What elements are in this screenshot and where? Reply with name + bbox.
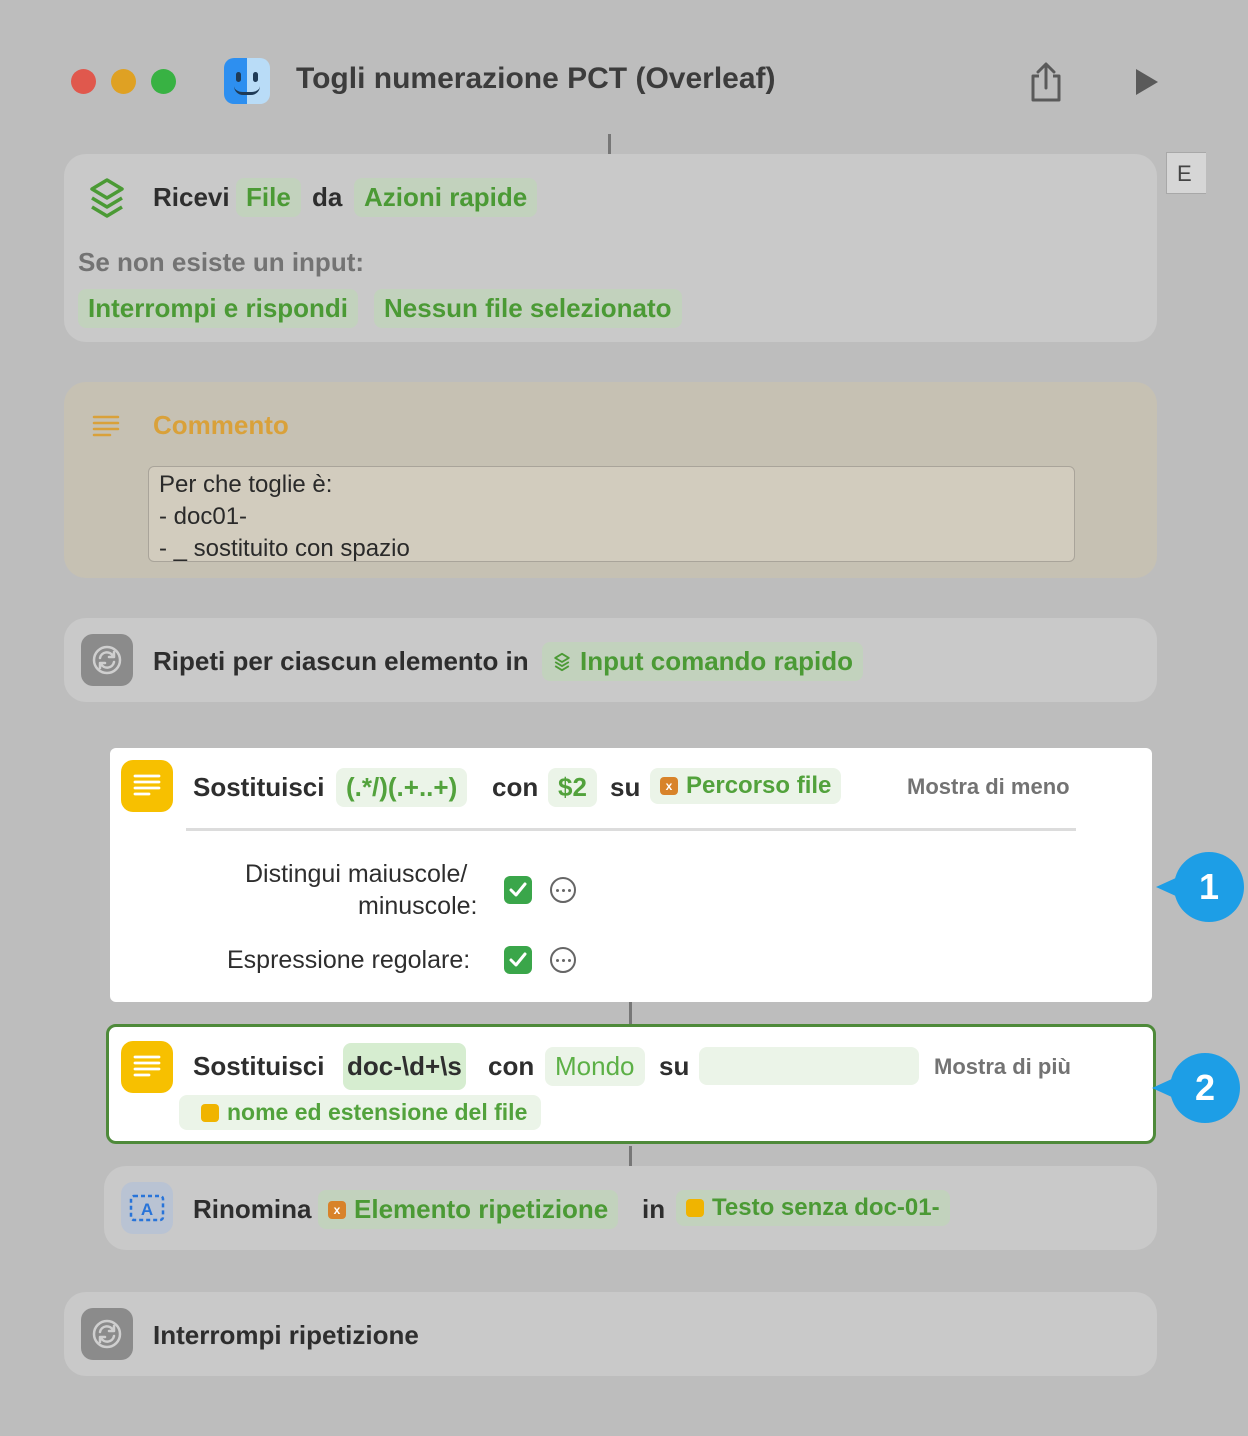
connector-line — [629, 1146, 632, 1166]
regex-checkbox[interactable] — [504, 946, 532, 974]
play-icon — [1136, 69, 1158, 95]
comment-line: Per che toglie è: — [159, 471, 333, 498]
rename-label: Rinomina — [193, 1194, 312, 1224]
repeat-card[interactable]: Ripeti per ciascun elemento in Input com… — [64, 618, 1157, 702]
comment-card[interactable]: Commento Per che toglie è: - doc01- - _ … — [64, 382, 1157, 578]
rename-value-pill[interactable]: Testo senza doc-01- — [676, 1190, 950, 1226]
repeat-icon — [92, 645, 122, 675]
checkmark-icon — [509, 952, 527, 967]
svg-text:A: A — [141, 1200, 153, 1219]
receive-from-label: da — [312, 182, 343, 212]
more-options-button[interactable] — [550, 877, 576, 903]
text-app-icon — [121, 1041, 173, 1093]
case-sensitive-checkbox[interactable] — [504, 876, 532, 904]
receive-card[interactable]: Ricevi File da Azioni rapide Se non esis… — [64, 154, 1157, 342]
replace2-label: Sostituisci — [193, 1051, 325, 1081]
finder-icon — [224, 58, 270, 104]
rename-icon: A — [129, 1194, 165, 1222]
replace2-pattern-pill[interactable]: doc-\d+\s — [343, 1043, 466, 1090]
no-input-label: Se non esiste un input: — [78, 247, 365, 277]
callout-badge-1: 1 — [1156, 852, 1244, 922]
comment-icon — [92, 414, 120, 443]
share-icon — [1031, 62, 1061, 102]
end-repeat-label: Interrompi ripetizione — [153, 1320, 419, 1350]
receive-source-pill[interactable]: Azioni rapide — [354, 178, 538, 217]
repeat-app-icon — [81, 1308, 133, 1360]
receive-label: Ricevi — [153, 182, 230, 212]
comment-line: - _ sostituito con spazio — [159, 535, 410, 562]
no-input-response-pill[interactable]: Nessun file selezionato — [374, 289, 682, 328]
replace1-target-pill[interactable]: x Percorso file — [650, 768, 842, 804]
text-variable-icon — [686, 1199, 704, 1217]
shortcuts-input-icon — [86, 176, 128, 225]
rename-value-label: Testo senza doc-01- — [712, 1194, 940, 1221]
repeat-icon — [92, 1319, 122, 1349]
show-less-button[interactable]: Mostra di meno — [907, 774, 1070, 800]
rename-app-icon: A — [121, 1182, 173, 1234]
replace2-with-label: con — [488, 1051, 535, 1081]
replace-card-1[interactable]: Sostituisci (.*/)(.+..+) con $2 su x Per… — [110, 748, 1152, 1002]
no-input-action-pill[interactable]: Interrompi e rispondi — [78, 289, 359, 328]
repeat-input-pill[interactable]: Input comando rapido — [542, 642, 863, 681]
receive-type-pill[interactable]: File — [236, 178, 301, 217]
replace1-on-label: su — [610, 772, 641, 802]
run-button[interactable] — [1124, 60, 1168, 104]
text-variable-icon — [201, 1103, 219, 1122]
replace-card-2[interactable]: Sostituisci doc-\d+\s con Mondo su Mostr… — [106, 1024, 1156, 1144]
replace2-target-pill[interactable] — [699, 1047, 919, 1085]
replace2-target2-pill[interactable]: nome ed estensione del file — [179, 1095, 542, 1130]
connector-line — [629, 1002, 632, 1024]
window-title: Togli numerazione PCT (Overleaf) — [296, 62, 776, 95]
replace1-pattern-pill[interactable]: (.*/)(.+..+) — [336, 768, 468, 807]
minimize-button[interactable] — [111, 69, 136, 94]
rename-item-pill[interactable]: x Elemento ripetizione — [318, 1190, 619, 1229]
comment-title: Commento — [153, 410, 289, 440]
callout-badge-2: 2 — [1152, 1053, 1240, 1123]
tooltip-text: E — [1177, 161, 1192, 186]
replace1-label: Sostituisci — [193, 772, 325, 802]
divider — [186, 828, 1076, 831]
replace2-on-label: su — [659, 1051, 690, 1081]
rename-item-label: Elemento ripetizione — [354, 1194, 609, 1224]
rename-in-label: in — [642, 1194, 666, 1224]
connector-line — [608, 134, 611, 154]
close-button[interactable] — [71, 69, 96, 94]
share-button[interactable] — [1024, 60, 1068, 104]
replace2-replacement-pill[interactable]: Mondo — [545, 1047, 645, 1086]
text-icon — [133, 1055, 161, 1077]
option-case-label-2: minuscole: — [358, 892, 478, 920]
repeat-label: Ripeti per ciascun elemento in — [153, 646, 529, 676]
replace1-target-label: Percorso file — [686, 772, 832, 799]
replace1-replacement-pill[interactable]: $2 — [548, 768, 597, 807]
comment-textbox[interactable]: Per che toglie è: - doc01- - _ sostituit… — [148, 466, 1075, 562]
checkmark-icon — [509, 882, 527, 897]
text-app-icon — [121, 760, 173, 812]
option-regex-label: Espressione regolare: — [227, 946, 471, 974]
replace2-target2-label: nome ed estensione del file — [227, 1099, 528, 1125]
comment-line: - doc01- — [159, 503, 248, 530]
more-options-button[interactable] — [550, 947, 576, 973]
repeat-input-label: Input comando rapido — [580, 646, 853, 676]
repeat-app-icon — [81, 634, 133, 686]
text-icon — [133, 774, 161, 796]
zoom-button[interactable] — [151, 69, 176, 94]
option-case-label-1: Distingui maiuscole/ — [245, 860, 468, 888]
replace1-with-label: con — [492, 772, 539, 802]
shortcuts-input-icon — [554, 652, 570, 671]
rename-card[interactable]: A Rinomina x Elemento ripetizione in Tes… — [104, 1166, 1157, 1250]
show-more-button[interactable]: Mostra di più — [934, 1054, 1071, 1080]
tooltip-fragment: E — [1166, 152, 1206, 194]
end-repeat-card[interactable]: Interrompi ripetizione — [64, 1292, 1157, 1376]
variable-icon: x — [328, 1200, 346, 1219]
variable-icon: x — [660, 777, 678, 795]
